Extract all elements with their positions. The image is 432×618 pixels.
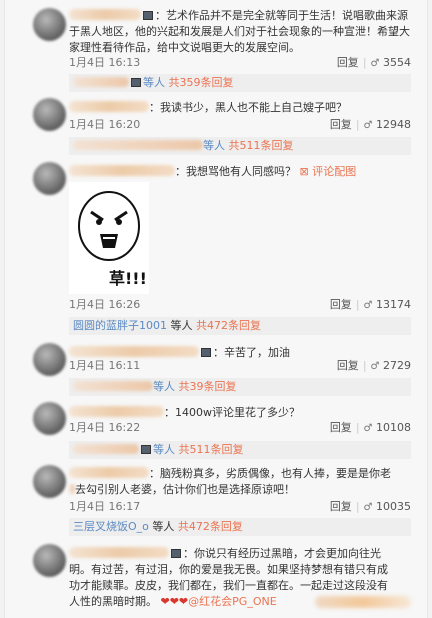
- reply-button[interactable]: 回复: [330, 421, 352, 434]
- reply-user: [73, 140, 203, 150]
- comment-text: ：我想骂他有人同感吗？ ⊠ 评论配图: [69, 164, 411, 180]
- reply-users: 等人: [152, 520, 175, 533]
- reply-users: 等人: [153, 443, 175, 456]
- like-count: 2729: [383, 359, 411, 372]
- image-link[interactable]: ⊠ 评论配图: [300, 165, 357, 178]
- reply-user[interactable]: 圆圆的蓝胖子1001: [73, 319, 167, 332]
- reply-count-link[interactable]: 共472条回复: [196, 319, 261, 332]
- blurred-text: [315, 596, 411, 608]
- comment-text: ：我读书少，黑人也不能上自己嫂子吧？: [69, 100, 411, 116]
- timestamp: 1月4日 16:11: [69, 359, 141, 372]
- reply-button[interactable]: 回复: [337, 359, 359, 372]
- comment-list: ：艺术作品并不是完全就等同于生活！说唱歌曲来源于黑人地区，他的兴起和发展是人们对…: [4, 0, 428, 618]
- like-count: 10108: [376, 421, 411, 434]
- reply-count-link[interactable]: 共472条回复: [178, 520, 243, 533]
- reply-button[interactable]: 回复: [330, 298, 352, 311]
- comment-meta: 1月4日 16:17 回复 | ♂ 10035: [69, 500, 411, 513]
- avatar[interactable]: [33, 343, 66, 376]
- avatar[interactable]: [33, 8, 66, 41]
- like-count: 3554: [383, 56, 411, 69]
- thumbs-up-icon[interactable]: ♂: [371, 361, 380, 372]
- timestamp: 1月4日 16:20: [69, 118, 141, 131]
- username[interactable]: [69, 547, 169, 558]
- heart-icon: ❤❤❤: [160, 595, 189, 608]
- mention-link[interactable]: @红花会PG_ONE: [188, 595, 277, 608]
- thumbs-up-icon[interactable]: ♂: [364, 300, 373, 311]
- avatar[interactable]: [33, 402, 66, 435]
- reply-count-link[interactable]: 共511条回复: [179, 443, 244, 456]
- replies-bar[interactable]: 圆圆的蓝胖子1001 等人 共472条回复: [69, 317, 411, 335]
- avatar[interactable]: [33, 162, 66, 195]
- username[interactable]: [69, 9, 141, 20]
- timestamp: 1月4日 16:22: [69, 421, 141, 434]
- vip-badge-icon: [201, 348, 211, 357]
- like-count: 13174: [376, 298, 411, 311]
- vip-badge-icon: [141, 445, 151, 454]
- reply-users: 等人: [153, 380, 175, 393]
- comment-text: ：脑残粉真多，劣质偶像，也有人捧，要是是你老 去勾引别人老婆，估计你们也是选择原…: [69, 466, 411, 498]
- replies-bar[interactable]: 等人 共39条回复: [69, 378, 411, 396]
- replies-bar[interactable]: 等人 共511条回复: [69, 441, 411, 459]
- reply-count-link[interactable]: 共39条回复: [179, 380, 237, 393]
- comment-meta: 1月4日 16:22 回复 | ♂ 10108: [69, 421, 411, 434]
- username[interactable]: [69, 346, 199, 357]
- vip-badge-icon: [143, 11, 153, 20]
- vip-badge-icon: [171, 549, 181, 558]
- comment-meta: 1月4日 16:20 回复 | ♂ 12948: [69, 118, 411, 131]
- reply-users: 等人: [170, 319, 193, 332]
- comment-meta: 1月4日 16:11 回复 | ♂ 2729: [69, 359, 411, 372]
- replies-bar[interactable]: 等人 共511条回复: [69, 137, 411, 155]
- thumbs-up-icon[interactable]: ♂: [371, 58, 380, 69]
- meme-caption: 草!!!: [109, 269, 147, 288]
- reply-user: [73, 381, 153, 391]
- timestamp: 1月4日 16:13: [69, 56, 141, 69]
- thumbs-up-icon[interactable]: ♂: [364, 423, 373, 434]
- reply-count-link[interactable]: 共359条回复: [169, 76, 234, 89]
- reply-count-link[interactable]: 共511条回复: [229, 139, 294, 152]
- reply-users: 等人: [143, 76, 165, 89]
- avatar[interactable]: [33, 465, 66, 498]
- reply-button[interactable]: 回复: [330, 500, 352, 513]
- username[interactable]: [69, 467, 149, 478]
- reply-user: [73, 444, 139, 454]
- avatar[interactable]: [33, 544, 66, 577]
- avatar[interactable]: [33, 98, 66, 131]
- timestamp: 1月4日 16:26: [69, 298, 141, 311]
- reply-user: [73, 77, 129, 87]
- username-fragment: [69, 484, 75, 494]
- reply-button[interactable]: 回复: [330, 118, 352, 131]
- vip-badge-icon: [131, 78, 141, 87]
- like-count: 12948: [376, 118, 411, 131]
- thumbs-up-icon[interactable]: ♂: [364, 502, 373, 513]
- reply-button[interactable]: 回复: [337, 56, 359, 69]
- reply-users: 等人: [203, 139, 225, 152]
- thumbs-up-icon[interactable]: ♂: [364, 120, 373, 131]
- comment-meta: 1月4日 16:13 回复 | ♂ 3554: [69, 56, 411, 69]
- username[interactable]: [69, 101, 149, 112]
- username[interactable]: [69, 165, 175, 176]
- replies-bar[interactable]: 三层叉烧饭O_o 等人 共472条回复: [69, 518, 411, 536]
- replies-bar[interactable]: 等人 共359条回复: [69, 74, 411, 92]
- timestamp: 1月4日 16:17: [69, 500, 141, 513]
- username[interactable]: [69, 406, 164, 417]
- comment-meta: 1月4日 16:26 回复 | ♂ 13174: [69, 298, 411, 311]
- like-count: 10035: [376, 500, 411, 513]
- comment-text: ：艺术作品并不是完全就等同于生活！说唱歌曲来源于黑人地区，他的兴起和发展是人们对…: [69, 9, 410, 54]
- reply-user[interactable]: 三层叉烧饭O_o: [73, 520, 149, 533]
